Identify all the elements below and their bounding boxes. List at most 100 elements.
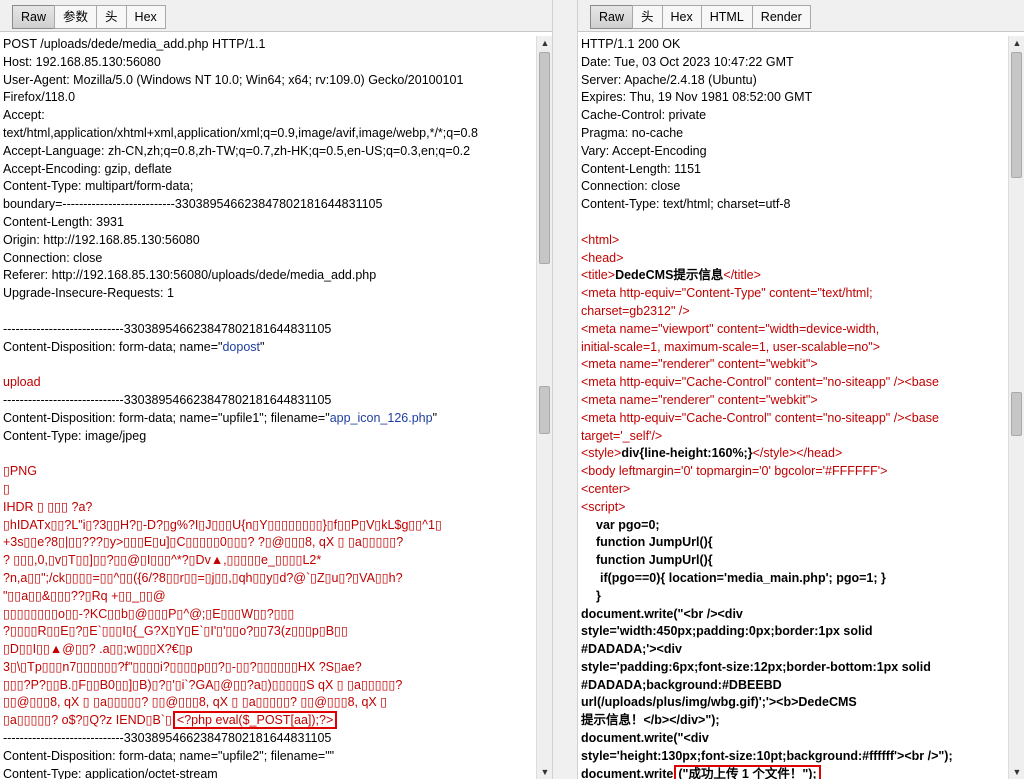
code-line: <meta http-equiv="Cache-Control" content… xyxy=(578,410,1006,428)
code-line: Vary: Accept-Encoding xyxy=(578,143,1006,161)
request-pane: Raw 参数头 Hex POST /uploads/dede/media_add.p… xyxy=(0,0,552,779)
code-line: <body leftmargin='0' topmargin='0' bgcol… xyxy=(578,463,1006,481)
tab-0[interactable]: Raw xyxy=(12,5,56,29)
line-text: function JumpUrl(){ xyxy=(596,553,713,568)
code-line: -----------------------------33038954662… xyxy=(0,392,534,410)
line-text: Content-Type: image/jpeg xyxy=(3,428,147,443)
line-text: -----------------------------33038954662… xyxy=(3,392,332,407)
line-text: 3▯\▯Tp▯▯▯n7▯▯▯▯▯▯?f"▯▯▯▯i?▯▯▯▯p▯▯?▯-▯▯?▯… xyxy=(3,659,362,674)
line-text: <head> xyxy=(581,250,624,265)
code-line: style='padding:6px;font-size:12px;border… xyxy=(578,659,1006,677)
code-line: Date: Tue, 03 Oct 2023 10:47:22 GMT xyxy=(578,54,1006,72)
scroll-up-arrow-icon[interactable]: ▲ xyxy=(1009,36,1024,50)
tab-4[interactable]: Render xyxy=(751,5,811,29)
code-line: <meta http-equiv="Cache-Control" content… xyxy=(578,374,1006,392)
scroll-up-arrow-icon[interactable]: ▲ xyxy=(537,36,553,50)
scroll-thumb[interactable] xyxy=(1011,52,1022,178)
code-line: ? ▯▯▯,0,▯v▯T▯▯]▯▯?▯▯@▯I▯▯▯^*?▯Dv▲,▯▯▯▯▯e… xyxy=(0,552,534,570)
tab-3[interactable]: HTML xyxy=(700,5,753,29)
code-line: "▯▯a▯▯&▯▯▯??▯Rq +▯▯_▯▯@ xyxy=(0,588,534,606)
line-text: <meta http-equiv="Cache-Control" content… xyxy=(581,410,939,425)
response-scrollbar[interactable]: ▲ ▼ xyxy=(1008,36,1024,779)
request-tabbar: Raw 参数头 Hex xyxy=(0,0,552,32)
line-text: document.write("<br /><div xyxy=(581,606,743,621)
line-text: ▯▯@▯▯▯8, qX ▯ ▯a▯▯▯▯▯? ▯▯@▯▯▯8, qX ▯ ▯a▯… xyxy=(3,695,388,710)
line-text: Upgrade-Insecure-Requests: 1 xyxy=(3,286,174,301)
line-value: dopost xyxy=(222,339,261,354)
line-text: +3s▯▯e?8▯|▯▯???▯y>▯▯▯E▯u]▯C▯▯▯▯▯0▯▯▯? ?▯… xyxy=(3,535,404,550)
code-line: upload xyxy=(0,374,534,392)
line-text: Origin: http://192.168.85.130:56080 xyxy=(3,232,200,247)
line-text: target='_self'/> xyxy=(581,428,663,443)
tab-2[interactable]: 头 xyxy=(96,5,127,29)
line-text: POST /uploads/dede/media_add.php HTTP/1.… xyxy=(3,37,266,51)
code-line: Firefox/118.0 xyxy=(0,89,534,107)
response-pane: Raw 头 Hex HTML Render HTTP/1.1 200 OK Date: T… xyxy=(578,0,1024,779)
line-inner-text: DedeCMS提示信息 xyxy=(615,268,724,283)
scroll-thumb[interactable] xyxy=(539,52,550,264)
line-text: var pgo=0; xyxy=(596,517,660,532)
line-text: Content-Type: text/html; charset=utf-8 xyxy=(581,197,791,212)
code-line: <style>div{line-height:160%;}</style></h… xyxy=(578,445,1006,463)
line-text: Pragma: no-cache xyxy=(581,125,684,140)
tab-1[interactable]: 头 xyxy=(632,5,663,29)
line-text: document.write("<div xyxy=(581,731,709,746)
request-editor[interactable]: POST /uploads/dede/media_add.php HTTP/1.… xyxy=(0,36,534,779)
response-tabs: Raw 头 Hex HTML Render xyxy=(590,5,811,29)
line-text: Vary: Accept-Encoding xyxy=(581,143,707,158)
line-text: upload xyxy=(3,375,41,390)
tab-2[interactable]: Hex xyxy=(661,5,702,29)
code-line: -----------------------------33038954662… xyxy=(0,321,534,339)
code-line: Cache-Control: private xyxy=(578,107,1006,125)
code-line: <script> xyxy=(578,499,1006,517)
pane-divider[interactable] xyxy=(552,0,578,779)
line-text: function JumpUrl(){ xyxy=(596,535,713,550)
line-text: <style> xyxy=(581,446,622,461)
code-line: Content-Length: 3931 xyxy=(0,214,534,232)
scroll-down-arrow-icon[interactable]: ▼ xyxy=(1009,765,1024,779)
line-text: Referer: http://192.168.85.130:56080/upl… xyxy=(3,268,377,283)
tab-0[interactable]: Raw xyxy=(590,5,634,29)
request-tabs: Raw 参数头 Hex xyxy=(12,5,166,29)
code-line: Content-Type: image/jpeg xyxy=(0,428,534,446)
code-line: <meta name="renderer" content="webkit"> xyxy=(578,392,1006,410)
scroll-thumb-lower[interactable] xyxy=(539,386,550,434)
code-line: <head> xyxy=(578,250,1006,268)
code-line: IHDR ▯ ▯▯▯ ?a? xyxy=(0,499,534,517)
line-text: ▯hIDATx▯▯?L"i▯?3▯▯H?▯-D?▯g%?I▯J▯▯▯U{n▯Y▯… xyxy=(3,517,442,532)
code-line: Upgrade-Insecure-Requests: 1 xyxy=(0,285,534,303)
code-line: Pragma: no-cache xyxy=(578,125,1006,143)
code-line: <center> xyxy=(578,481,1006,499)
scroll-thumb-lower[interactable] xyxy=(1011,392,1022,436)
tab-1[interactable]: 参数 xyxy=(54,5,98,29)
code-line: document.write ("成功上传 1 个文件！"); xyxy=(578,764,1006,779)
line-text: Connection: close xyxy=(581,179,681,194)
line-text: User-Agent: Mozilla/5.0 (Windows NT 10.0… xyxy=(3,72,464,87)
line-text: text/html,application/xhtml+xml,applicat… xyxy=(3,125,478,140)
code-line: ▯▯@▯▯▯8, qX ▯ ▯a▯▯▯▯▯? ▯▯@▯▯▯8, qX ▯ ▯a▯… xyxy=(0,694,534,712)
code-line: <meta name="viewport" content="width=dev… xyxy=(578,321,1006,339)
line-text: Content-Length: 1151 xyxy=(581,161,702,176)
request-scrollbar[interactable]: ▲ ▼ xyxy=(536,36,552,779)
code-line: Expires: Thu, 19 Nov 1981 08:52:00 GMT xyxy=(578,89,1006,107)
line-text: <meta name="viewport" content="width=dev… xyxy=(581,321,880,336)
code-line: POST /uploads/dede/media_add.php HTTP/1.… xyxy=(0,36,534,54)
code-line: ?n,a▯▯";/ck▯▯▯▯=▯▯^▯▯({6/?8▯▯r▯▯=▯j▯▯,▯q… xyxy=(0,570,534,588)
code-line: #DADADA;'><div xyxy=(578,641,1006,659)
scroll-down-arrow-icon[interactable]: ▼ xyxy=(537,765,553,779)
line-text: <meta name="renderer" content="webkit"> xyxy=(581,357,818,372)
line-text: Content-Type: multipart/form-data; xyxy=(3,179,194,194)
line-text: ?n,a▯▯";/ck▯▯▯▯=▯▯^▯▯({6/?8▯▯r▯▯=▯j▯▯,▯q… xyxy=(3,570,403,585)
code-line: function JumpUrl(){ xyxy=(578,552,1006,570)
line-text: ▯ xyxy=(3,481,10,496)
response-editor[interactable]: HTTP/1.1 200 OK Date: Tue, 03 Oct 2023 10… xyxy=(578,36,1006,779)
code-line: ?▯▯▯▯R▯▯E▯?▯E`▯▯▯I▯{_G?X▯Y▯E`▯I'▯'▯▯o?▯▯… xyxy=(0,623,534,641)
line-text: <meta http-equiv="Cache-Control" content… xyxy=(581,375,939,390)
code-line: User-Agent: Mozilla/5.0 (Windows NT 10.0… xyxy=(0,72,534,90)
code-line: charset=gb2312" /> xyxy=(578,303,1006,321)
line-text: <title> xyxy=(581,268,616,283)
line-end-text: </title> xyxy=(723,268,761,283)
tab-3[interactable]: Hex xyxy=(125,5,166,29)
